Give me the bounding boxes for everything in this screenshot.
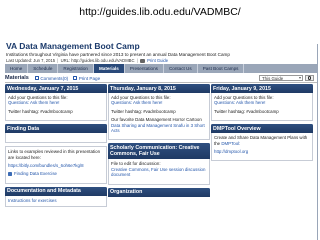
twitter-hashtag: Twitter hashtag: #vadmbootcamp: [111, 108, 176, 114]
tab-registration[interactable]: Registration: [58, 64, 94, 73]
questions-prompt: Add your Questions to this file:: [111, 95, 171, 100]
print-icon: [73, 76, 78, 80]
tab-presentations[interactable]: Presentations: [125, 64, 164, 73]
box-header-scholarly-communication: Scholarly Communication: Creative Common…: [108, 143, 210, 160]
box-header-thursday: Thursday, January 8, 2015: [108, 84, 210, 93]
last-updated-label: Last Updated: Jun 7, 2015: [6, 58, 56, 63]
box-body-finding-links: Links to examples reviewed in this prese…: [5, 146, 107, 184]
questions-link[interactable]: Questions: Ask them here!: [214, 100, 266, 105]
examples-note: Links to examples reviewed in this prese…: [8, 149, 101, 160]
box-body-wednesday: Add your Questions to this file: Questio…: [5, 93, 107, 122]
guide-meta: Last Updated: Jun 7, 2015 | URL: http://…: [6, 58, 169, 63]
guide-tab-bar: Home Schedule Registration Materials Pre…: [5, 64, 317, 73]
twitter-hashtag: Twitter hashtag: #vadmbootcamp: [214, 108, 279, 114]
content-column-1: Wednesday, January 7, 2015 Add your Ques…: [5, 84, 107, 240]
print-icon[interactable]: [139, 58, 145, 63]
guide-description: Institutions throughout Virginia have pa…: [6, 52, 230, 57]
dmptool-link[interactable]: DMPTool:: [221, 141, 240, 146]
tab-home[interactable]: Home: [5, 64, 29, 73]
search-icon: [307, 76, 312, 80]
box-header-friday: Friday, January 9, 2015: [211, 84, 313, 93]
print-guide-link[interactable]: Print Guide: [147, 58, 168, 63]
search-scope-select[interactable]: This Guide: [259, 75, 303, 81]
tab-schedule[interactable]: Schedule: [28, 64, 59, 73]
page-section-title: Materials: [5, 75, 29, 81]
tab-past-boot-camps[interactable]: Past Boot Camps: [198, 64, 245, 73]
instructions-link[interactable]: Instructions for exercises: [8, 198, 57, 203]
box-header-documentation: Documentation and Metadata: [5, 186, 107, 196]
document-icon: [8, 172, 12, 177]
content-column-2: Thursday, January 8, 2015 Add your Quest…: [108, 84, 210, 240]
box-body-dmptool: Create and Share Data Management Plans w…: [211, 133, 313, 162]
guide-url-label: URL: http://guides.lib.odu.edu/VADMBC: [60, 58, 135, 63]
box-body-friday: Add your Questions to this file: Questio…: [211, 93, 313, 122]
box-header-wednesday: Wednesday, January 7, 2015: [5, 84, 107, 93]
box-body-finding-data: [5, 133, 107, 144]
discussion-label: File to edit for discussion:: [111, 161, 161, 167]
content-column-3: Friday, January 9, 2015 Add your Questio…: [211, 84, 313, 240]
questions-link[interactable]: Questions: Ask them here!: [8, 100, 60, 105]
print-page-link[interactable]: Print Page: [73, 76, 100, 81]
box-header-organization: Organization: [108, 187, 210, 197]
box-body-thursday: Add your Questions to this file: Questio…: [108, 93, 210, 141]
guide-title: VA Data Management Boot Camp: [6, 41, 140, 51]
cartoon-link[interactable]: Data Sharing and Management Snafu in 3 S…: [111, 123, 205, 133]
box-body-documentation: Instructions for exercises: [5, 195, 107, 208]
comments-link[interactable]: Comments(0): [34, 76, 68, 81]
search-button[interactable]: [305, 75, 314, 81]
twitter-hashtag: Twitter hashtag: #vadmbootcamp: [8, 108, 73, 114]
tab-contact-us[interactable]: Contact Us: [164, 64, 198, 73]
page-frame-edge: [317, 44, 318, 240]
box-header-dmptool: DMPTool Overview: [211, 124, 313, 134]
comment-icon: [34, 76, 39, 80]
cartoon-label: Our favorite Data Management Horror Cart…: [111, 117, 202, 123]
chevron-down-icon: [299, 76, 301, 79]
bitly-link[interactable]: https://bitly.com/bundles/s_6oh6e7kg/8: [8, 163, 104, 168]
questions-prompt: Add your Questions to this file:: [8, 95, 68, 100]
box-body-scholarly-communication: File to edit for discussion: Creative Co…: [108, 159, 210, 185]
tab-materials[interactable]: Materials: [93, 64, 125, 73]
questions-link[interactable]: Questions: Ask them here!: [111, 100, 163, 105]
questions-prompt: Add your Questions to this file:: [214, 95, 274, 100]
dmptool-url-link[interactable]: http://dmptool.org: [214, 149, 310, 154]
caption-url: http://guides.lib.odu.edu/VADMBC/: [79, 6, 241, 18]
box-header-finding-data: Finding Data: [5, 124, 107, 134]
discussion-document-link[interactable]: Creative Commons, Fair Use session discu…: [111, 167, 205, 177]
finding-data-exercise-link[interactable]: Finding Data Exercise: [14, 171, 57, 176]
page-subbar: Materials Comments(0) Print Page This Gu…: [5, 74, 317, 83]
